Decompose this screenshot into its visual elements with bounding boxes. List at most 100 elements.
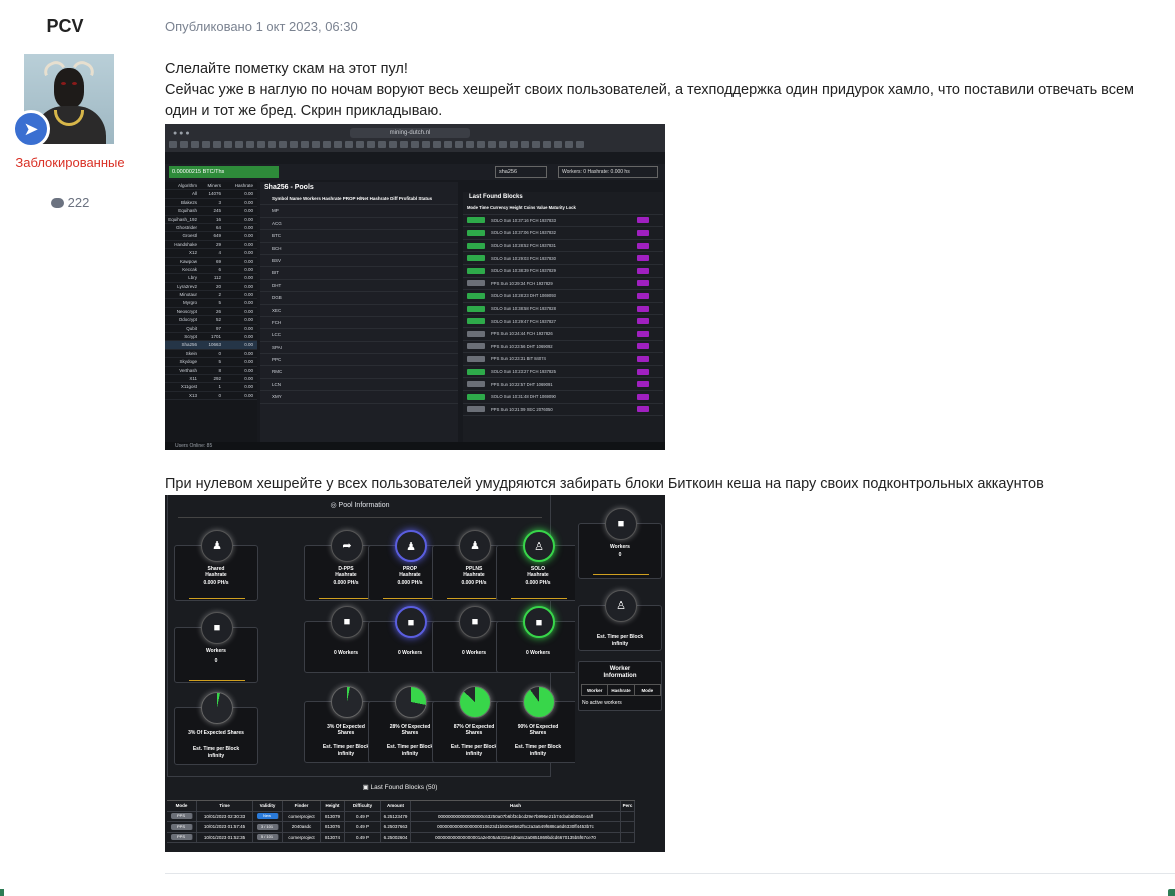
block-row: PPS Sun 10:21:09 XEC 2076050	[463, 404, 663, 417]
mode-tag	[467, 305, 485, 312]
table-row: PPS 10/01/2023 01:57:45 3 / 101 2040asdc 813…	[167, 822, 635, 833]
algorithm-row: Equihash_192 16 0.00	[165, 216, 257, 224]
table-cell	[621, 822, 635, 832]
algorithm-row: Verthash 8 0.00	[165, 367, 257, 375]
pools-title: Sha256 - Pools	[264, 184, 314, 191]
maturity-badge	[637, 280, 649, 287]
pool-row[interactable]: BTC	[260, 230, 458, 243]
block-row-text: SOLO Sun 10:29:47 FCH 1937827	[491, 318, 556, 324]
last-blocks-panel: Last Found Blocks Mode Time Currency Hei…	[463, 192, 663, 444]
algorithm-row: Equihash 245 0.00	[165, 207, 257, 216]
card-label: SOLO Hashrate	[527, 566, 549, 578]
pool-row[interactable]: FCH	[260, 317, 458, 330]
table-cell: 813074	[321, 832, 345, 842]
truck-icon: ■	[331, 606, 363, 638]
block-row-text: SOLO Sun 10:31:48 DHT 1069090	[491, 394, 556, 400]
pools-panel: Sha256 - Pools Symbol Name Workers Hashr…	[260, 182, 458, 444]
pool-row[interactable]: RMC	[260, 366, 458, 379]
pool-row[interactable]: BIT	[260, 267, 458, 280]
post-divider	[165, 873, 1175, 874]
mode-tag	[467, 330, 485, 337]
user-group: Заблокированные	[15, 155, 125, 170]
card-label: 3% Of Expected Shares	[188, 730, 244, 736]
block-row-text: PPS Sun 10:23:31 BIT 84074	[491, 356, 546, 362]
mode-tag	[467, 406, 485, 413]
maturity-badge	[637, 381, 649, 388]
pool-row[interactable]: SPAI	[260, 342, 458, 355]
shares-card-left: 3% Of Expected Shares Est. Time per Bloc…	[174, 692, 258, 765]
block-row-text: SOLO Sun 10:28:52 FCH 1937831	[491, 243, 556, 249]
mode-tag	[467, 318, 485, 325]
algo-select: sha256	[495, 166, 547, 178]
table-cell: PPS	[167, 832, 197, 842]
block-row: SOLO Sun 10:28:23 DHT 1069093	[463, 290, 663, 303]
table-cell: 2040asdc	[283, 822, 321, 832]
maturity-badge	[637, 255, 649, 262]
pool-row[interactable]: XEC	[260, 305, 458, 317]
table-cell: 6.25002604	[381, 832, 411, 842]
algorithm-row: Blake2s 3 0.00	[165, 199, 257, 208]
mode-tag	[467, 355, 485, 362]
table-cell: 813079	[321, 811, 345, 821]
pool-row[interactable]: MP	[260, 205, 458, 218]
attached-screenshot-2[interactable]: ◎ Pool Information ♟ Shared Hashrate 0.0…	[165, 495, 665, 852]
pool-row[interactable]: BCH	[260, 243, 458, 255]
table-cell: 0.49 P	[345, 832, 381, 842]
author-name[interactable]: PCV	[0, 16, 130, 37]
card-label: 0 Workers	[525, 650, 551, 656]
algorithm-row: Neoscrypt 26 0.00	[165, 308, 257, 317]
block-row: PPS Sun 10:23:31 BIT 84074	[463, 353, 663, 366]
scroll-to-top-button[interactable]	[1168, 889, 1175, 896]
pool-row[interactable]: LCC	[260, 329, 458, 342]
algorithm-row: Kawpow 69 0.00	[165, 258, 257, 266]
pool-row[interactable]: XMY	[260, 391, 458, 404]
block-row-text: SOLO Sun 10:38:39 FCH 1937829	[491, 268, 556, 274]
table-cell: 000000000000000000c63250a07b6bf3cbcd29e7…	[411, 811, 621, 821]
truck-icon: ■	[395, 606, 427, 638]
pool-row[interactable]: BSV	[260, 255, 458, 268]
algorithm-row: Algorithm Miners Hashrate	[165, 182, 257, 191]
algorithm-row: X11gost 1 0.00	[165, 383, 257, 392]
card-value: 0	[214, 658, 218, 664]
post-date[interactable]: Опубликовано 1 окт 2023, 06:30	[165, 19, 358, 34]
pool-row[interactable]: DGB	[260, 292, 458, 305]
maturity-badge	[637, 406, 649, 413]
url-bar: mining-dutch.nl	[350, 128, 470, 138]
algorithm-row: Myrgro 5 0.00	[165, 299, 257, 308]
algorithm-row: All 14076 0.00	[165, 190, 257, 199]
mode-tag	[467, 368, 485, 375]
table-cell: PPS	[167, 822, 197, 832]
worker-info-title: Worker Information	[603, 666, 637, 679]
mode-tag	[467, 393, 485, 400]
table-cell: 0.49 P	[345, 822, 381, 832]
maturity-badge	[637, 305, 649, 312]
pool-row[interactable]: ACG	[260, 218, 458, 231]
pool-row[interactable]: LCN	[260, 379, 458, 392]
maturity-badge	[637, 217, 649, 224]
user-icon: ♙	[523, 530, 555, 562]
table-cell: Perc	[621, 801, 635, 811]
algorithm-row: X12 4 0.00	[165, 249, 257, 258]
table-cell: 10/01/2023 02:30:33	[197, 811, 253, 821]
table-cell: 0.49 P	[345, 811, 381, 821]
mode-tag	[467, 267, 485, 274]
block-row: PPS Sun 10:22:57 DHT 1069091	[463, 378, 663, 391]
pool-row[interactable]: DHT	[260, 280, 458, 293]
table-cell: 3 / 101	[253, 822, 283, 832]
block-row-text: PPS Sun 10:29:34 FCH 1937829	[491, 280, 553, 286]
pool-row[interactable]: PPC	[260, 354, 458, 367]
algorithm-row: Minotaur 2 0.00	[165, 291, 257, 300]
card-value: 0.000 PH/s	[525, 580, 551, 586]
attached-screenshot-1[interactable]: ● ● ● mining-dutch.nl 0.00000215 BTC/Ths…	[165, 124, 665, 450]
no-workers: No active workers	[582, 700, 622, 706]
table-cell: 6.25037663	[381, 822, 411, 832]
mode-tag	[467, 343, 485, 350]
maturity-badge	[637, 267, 649, 274]
block-row: SOLO Sun 10:29:47 FCH 1937827	[463, 315, 663, 328]
user-icon: ♙	[605, 590, 637, 622]
truck-icon: ■	[605, 508, 637, 540]
card-label: Workers	[610, 544, 630, 550]
block-row-text: PPS Sun 10:21:09 XEC 2076050	[491, 406, 553, 412]
users-icon: ♟	[201, 530, 233, 562]
block-row: PPS Sun 10:29:34 FCH 1937829	[463, 278, 663, 291]
